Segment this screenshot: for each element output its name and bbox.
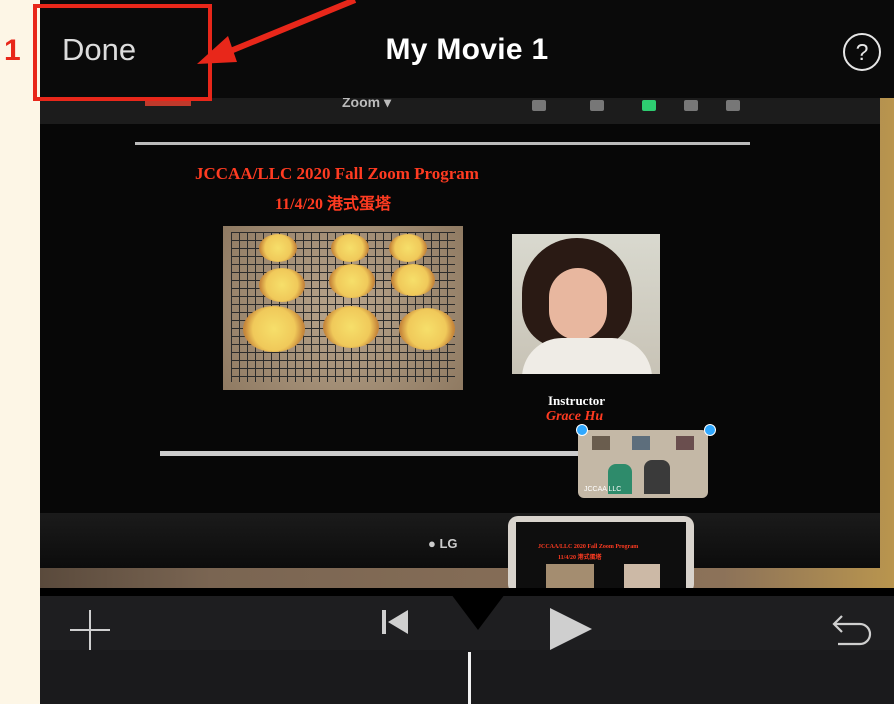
tv-bezel <box>40 513 880 568</box>
slide-divider-bottom <box>160 451 620 456</box>
slide-subtitle: 11/4/20 港式蛋塔 <box>275 196 392 213</box>
annotation-highlight-box <box>33 4 212 101</box>
play-icon[interactable] <box>550 608 592 650</box>
more-icon <box>726 100 740 111</box>
pip-resize-handle-left[interactable] <box>576 424 588 436</box>
pip-resize-handle-right[interactable] <box>704 424 716 436</box>
help-button[interactable]: ? <box>843 33 881 71</box>
undo-icon[interactable] <box>830 608 876 648</box>
tv-frame: Zoom ▾ JCCAA/LLC 2020 Fall Zoom Program … <box>40 98 880 568</box>
annotation-step-number: 1 <box>4 34 21 67</box>
egg-tart <box>391 264 435 296</box>
zoom-label: Zoom ▾ <box>342 98 392 110</box>
egg-tart <box>259 268 305 302</box>
tablet-slide-title: JCCAA/LLC 2020 Fall Zoom Program <box>538 544 639 550</box>
playback-controls <box>40 594 894 704</box>
tablet-slide-subtitle: 11/4/20 港式蛋塔 <box>558 555 602 561</box>
egg-tarts-photo <box>223 226 463 390</box>
egg-tart <box>389 234 427 262</box>
participants-icon <box>684 100 698 111</box>
picture-in-picture-overlay[interactable]: JCCAA LLC <box>578 430 708 498</box>
slide-divider-top <box>135 142 750 145</box>
video-preview: Zoom ▾ JCCAA/LLC 2020 Fall Zoom Program … <box>40 98 894 588</box>
imovie-app: Done My Movie 1 ? Zoom ▾ JCCAA/LLC 2020 … <box>40 0 894 704</box>
timeline-playhead[interactable] <box>468 652 471 704</box>
timeline-notch <box>451 594 505 630</box>
plus-icon[interactable] <box>70 610 110 650</box>
egg-tart <box>399 308 455 350</box>
zoom-slide: Zoom ▾ JCCAA/LLC 2020 Fall Zoom Program … <box>40 98 880 513</box>
slide-title: JCCAA/LLC 2020 Fall Zoom Program <box>195 164 479 183</box>
egg-tart <box>323 306 379 348</box>
pip-label: JCCAA LLC <box>584 486 622 493</box>
egg-tart <box>329 264 375 298</box>
share-icon <box>642 100 656 111</box>
skip-to-start-icon[interactable] <box>382 608 412 638</box>
instructor-label: Instructor <box>548 393 606 408</box>
instructor-name: Grace Hu <box>546 409 604 424</box>
egg-tart <box>331 234 369 262</box>
tablet-device: JCCAA/LLC 2020 Fall Zoom Program 11/4/20… <box>508 516 694 588</box>
egg-tart <box>259 234 297 262</box>
tv-brand-logo: ● LG <box>428 536 458 551</box>
instructor-photo <box>512 234 660 374</box>
zoom-toolbar: Zoom ▾ <box>40 98 880 124</box>
video-icon <box>590 100 604 111</box>
mute-icon <box>532 100 546 111</box>
egg-tart <box>243 306 305 352</box>
